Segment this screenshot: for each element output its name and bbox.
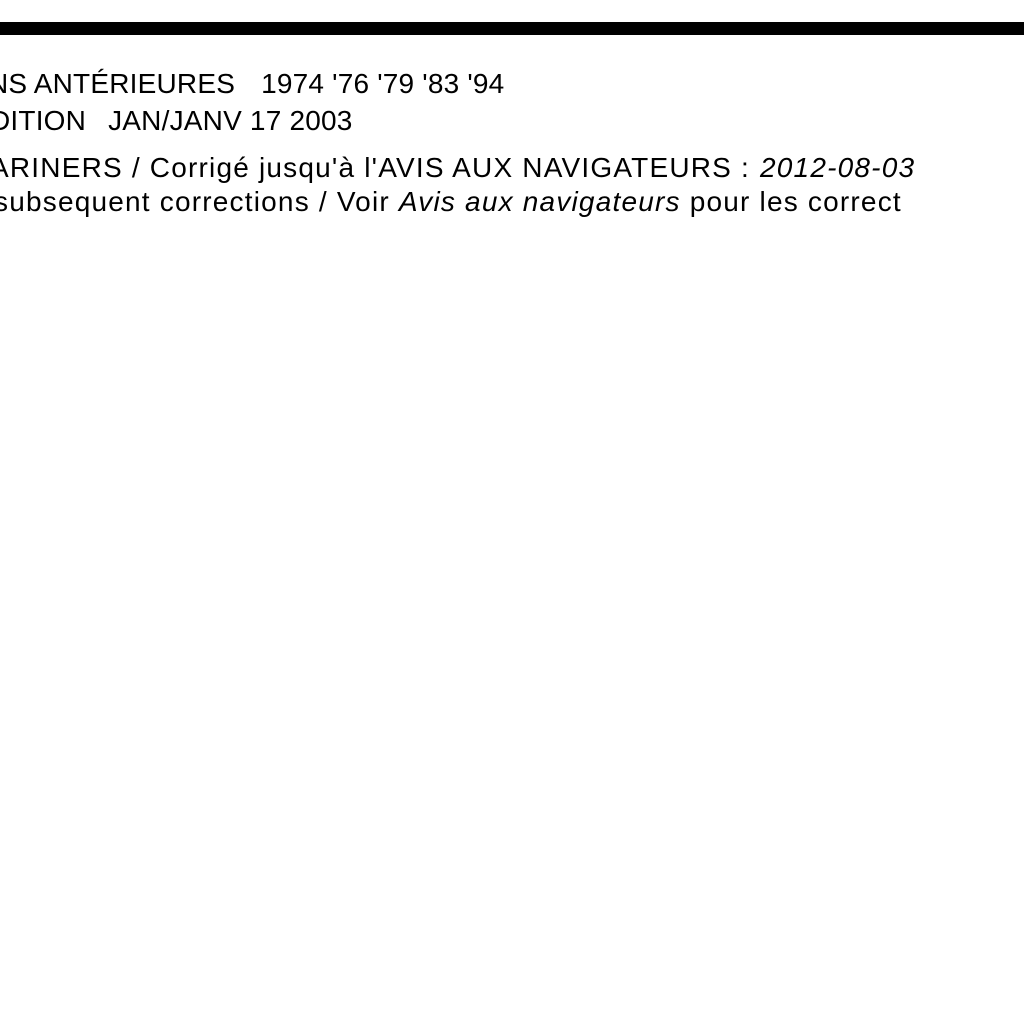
edition-date: JAN/JANV 17 2003	[108, 105, 353, 136]
edition-label: DITION	[0, 105, 87, 136]
previous-editions-years: 1974 '76 '79 '83 '94	[261, 68, 505, 99]
top-border-rule	[0, 22, 1024, 35]
notices-to-mariners-title: Avis aux navigateurs	[398, 186, 681, 217]
previous-editions-line: NS ANTÉRIEURES 1974 '76 '79 '83 '94	[0, 70, 504, 98]
corrected-to-line: ARINERS / Corrigé jusqu'à l'AVIS AUX NAV…	[0, 154, 915, 182]
subsequent-corrections-line: subsequent corrections / Voir Avis aux n…	[0, 188, 902, 216]
corrected-to-label: ARINERS / Corrigé jusqu'à l'AVIS AUX NAV…	[0, 152, 751, 183]
corrected-to-date: 2012-08-03	[760, 152, 916, 183]
previous-editions-label: NS ANTÉRIEURES	[0, 68, 236, 99]
subsequent-corrections-label: subsequent corrections / Voir	[0, 186, 390, 217]
subsequent-corrections-suffix: pour les correct	[689, 186, 902, 217]
edition-line: DITION JAN/JANV 17 2003	[0, 107, 353, 135]
